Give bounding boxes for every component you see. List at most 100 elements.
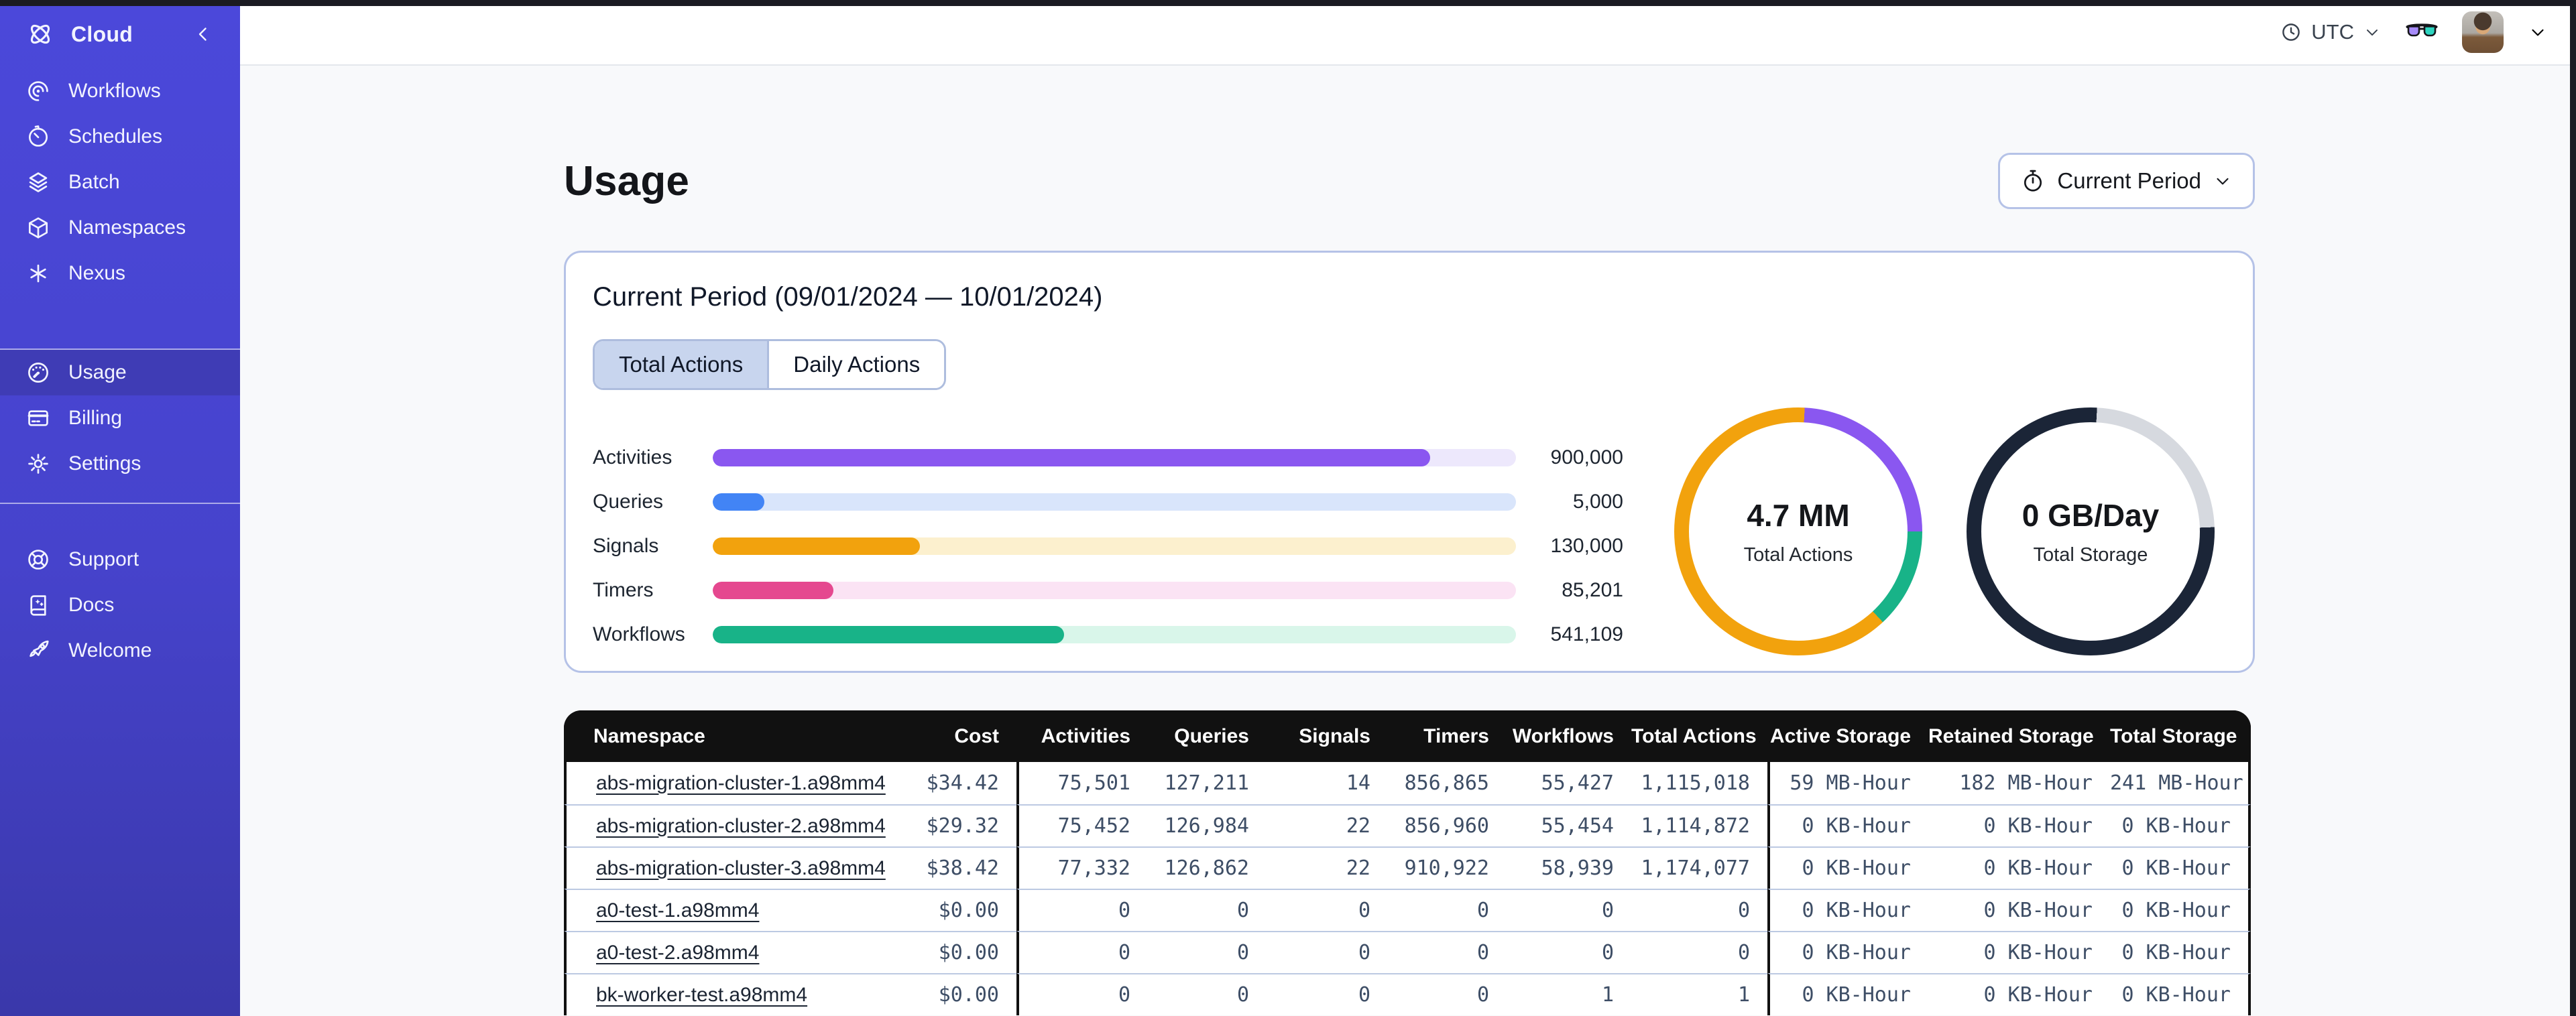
sidebar-item-label: Workflows — [68, 80, 161, 102]
welcome-icon — [25, 638, 51, 663]
cell-activities: 0 — [1016, 973, 1148, 1015]
cell-active-storage: 0 KB-Hour — [1767, 973, 1928, 1015]
sidebar-item-batch[interactable]: Batch — [0, 160, 240, 205]
cell-workflows: 1 — [1507, 973, 1631, 1015]
namespace-link[interactable]: abs-migration-cluster-3.a98mm4 — [596, 857, 886, 879]
namespace-link[interactable]: bk-worker-test.a98mm4 — [596, 984, 807, 1006]
cell-queries: 0 — [1148, 973, 1267, 1015]
bar-track — [713, 626, 1516, 643]
cell-queries: 126,984 — [1148, 804, 1267, 846]
sidebar-item-nexus[interactable]: Nexus — [0, 251, 240, 296]
column-header-total-actions: Total Actions — [1631, 710, 1767, 762]
namespace-link[interactable]: abs-migration-cluster-2.a98mm4 — [596, 815, 886, 837]
bar-fill — [713, 582, 833, 599]
cell-signals: 0 — [1267, 931, 1388, 973]
bar-label: Queries — [593, 491, 664, 513]
sidebar-collapse-button[interactable] — [192, 23, 215, 46]
namespace-link[interactable]: a0-test-2.a98mm4 — [596, 942, 759, 964]
bar-value: 541,109 — [1550, 623, 1623, 645]
cell-total-storage: 0 KB-Hour — [2110, 973, 2251, 1015]
sidebar-item-label: Support — [68, 548, 139, 570]
namespaces-icon — [25, 215, 51, 241]
table-header-row: Namespace Cost Activities Queries Signals Tim… — [564, 710, 2251, 762]
cell-total-storage: 241 MB-Hour — [2110, 762, 2251, 804]
bar-row-timers: Timers 85,201 — [593, 579, 1623, 601]
cell-total-actions: 1,115,018 — [1631, 762, 1767, 804]
namespace-link[interactable]: a0-test-1.a98mm4 — [596, 899, 759, 922]
cell-retained-storage: 0 KB-Hour — [1928, 973, 2110, 1015]
total-actions-caption: Total Actions — [1743, 544, 1853, 566]
sidebar-item-welcome[interactable]: Welcome — [0, 628, 240, 674]
user-menu-chevron-down-icon[interactable] — [2528, 22, 2548, 42]
timezone-picker[interactable]: UTC — [2280, 20, 2382, 44]
cell-workflows: 55,427 — [1507, 762, 1631, 804]
sidebar-item-schedules[interactable]: Schedules — [0, 114, 240, 160]
cell-activities: 75,452 — [1016, 804, 1148, 846]
sidebar-item-label: Nexus — [68, 262, 126, 284]
brand-label: Cloud — [71, 21, 133, 46]
sidebar-nav-account: Usage Billing Settings — [0, 350, 240, 487]
sidebar-item-usage[interactable]: Usage — [0, 350, 240, 395]
cell-workflows: 0 — [1507, 889, 1631, 931]
workflows-icon — [25, 78, 51, 104]
main-content: Usage Current Period Current Period (09/… — [240, 67, 2576, 1016]
bar-fill — [713, 537, 921, 555]
cell-queries: 127,211 — [1148, 762, 1267, 804]
namespace-usage-table: Namespace Cost Activities Queries Signals Tim… — [564, 710, 2251, 1015]
cell-retained-storage: 0 KB-Hour — [1928, 804, 2110, 846]
panel-title: Current Period (09/01/2024 — 10/01/2024) — [593, 282, 1103, 312]
bar-row-activities: Activities 900,000 — [593, 446, 1623, 468]
sidebar-item-workflows[interactable]: Workflows — [0, 68, 240, 114]
schedules-icon — [25, 124, 51, 149]
cell-active-storage: 0 KB-Hour — [1767, 889, 1928, 931]
bar-fill — [713, 449, 1430, 466]
column-header-workflows: Workflows — [1507, 710, 1631, 762]
total-storage-donut: 0 GB/Day Total Storage — [1967, 407, 2215, 655]
bar-fill — [713, 626, 1064, 643]
cell-cost: $0.00 — [845, 889, 1016, 931]
sidebar-item-label: Batch — [68, 171, 120, 193]
column-header-timers: Timers — [1388, 710, 1507, 762]
cell-cost: $0.00 — [845, 973, 1016, 1015]
chevron-down-icon — [2363, 23, 2382, 42]
tab-daily-actions[interactable]: Daily Actions — [767, 341, 945, 388]
table-row: a0-test-1.a98mm4 $0.00 0 0 0 0 0 0 0 KB-Hour 0 KB… — [564, 889, 2251, 931]
namespace-link[interactable]: abs-migration-cluster-1.a98mm4 — [596, 772, 886, 794]
sidebar-nav-main: Workflows Schedules Batch Namespaces Nexus — [0, 68, 240, 296]
column-header-total-storage: Total Storage — [2110, 710, 2251, 762]
glasses-icon[interactable] — [2406, 22, 2438, 42]
sidebar-item-label: Settings — [68, 452, 141, 474]
cell-active-storage: 0 KB-Hour — [1767, 804, 1928, 846]
sidebar-item-namespaces[interactable]: Namespaces — [0, 205, 240, 251]
sidebar-item-billing[interactable]: Billing — [0, 395, 240, 441]
cell-workflows: 55,454 — [1507, 804, 1631, 846]
cell-signals: 14 — [1267, 762, 1388, 804]
tab-total-actions[interactable]: Total Actions — [595, 341, 768, 388]
total-actions-donut: 4.7 MM Total Actions — [1674, 407, 1922, 655]
bar-label: Activities — [593, 446, 672, 468]
column-header-namespace: Namespace — [564, 710, 845, 762]
sidebar-brand[interactable]: Cloud — [0, 0, 240, 68]
table-row: bk-worker-test.a98mm4 $0.00 0 0 0 0 1 1 0 KB-Hou… — [564, 973, 2251, 1015]
cell-total-storage: 0 KB-Hour — [2110, 931, 2251, 973]
cell-signals: 22 — [1267, 846, 1388, 889]
sidebar-item-docs[interactable]: Docs — [0, 582, 240, 628]
table-row: abs-migration-cluster-1.a98mm4 $34.42 75,5… — [564, 762, 2251, 804]
cell-signals: 0 — [1267, 973, 1388, 1015]
total-actions-value: 4.7 MM — [1747, 497, 1850, 533]
sidebar-item-support[interactable]: Support — [0, 537, 240, 582]
cell-queries: 0 — [1148, 931, 1267, 973]
sidebar-nav-footer: Support Docs Welcome — [0, 537, 240, 674]
page-title: Usage — [564, 157, 690, 204]
sidebar-item-settings[interactable]: Settings — [0, 441, 240, 487]
user-avatar[interactable] — [2462, 11, 2504, 53]
cell-activities: 0 — [1016, 889, 1148, 931]
cell-queries: 0 — [1148, 889, 1267, 931]
bar-track — [713, 537, 1516, 555]
usage-panel: Current Period (09/01/2024 — 10/01/2024)… — [564, 251, 2255, 673]
bar-value: 130,000 — [1550, 535, 1623, 557]
cell-timers: 910,922 — [1388, 846, 1507, 889]
period-filter-button[interactable]: Current Period — [1998, 153, 2255, 209]
batch-icon — [25, 170, 51, 195]
bar-row-signals: Signals 130,000 — [593, 535, 1623, 557]
